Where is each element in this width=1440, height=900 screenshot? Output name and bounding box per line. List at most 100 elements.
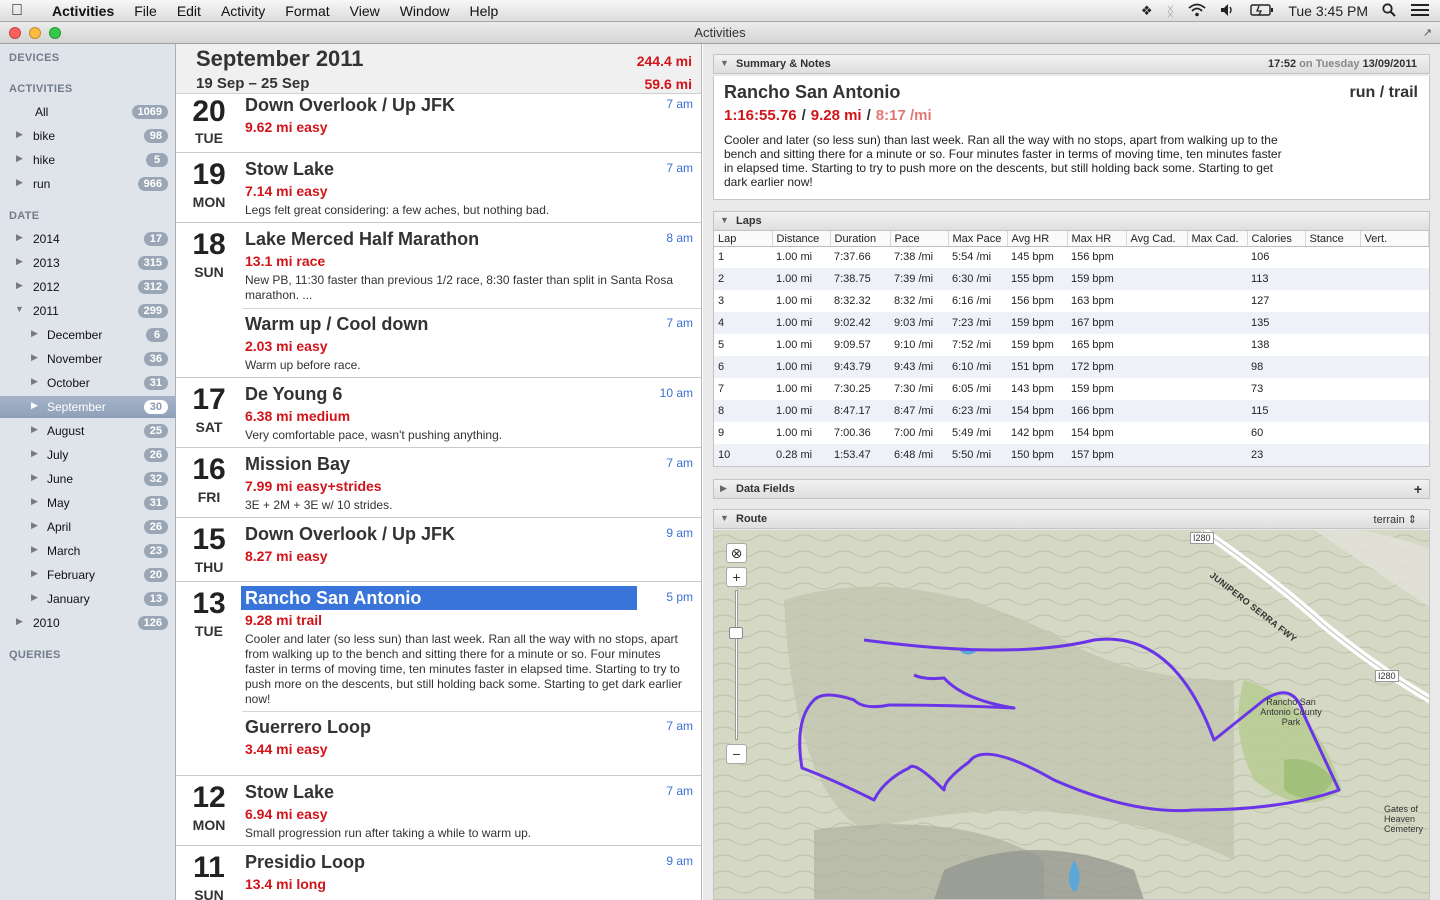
- activity-item[interactable]: Lake Merced Half Marathon 8 am 13.1 mi r…: [242, 223, 701, 308]
- activity-list[interactable]: September 2011 19 Sep – 25 Sep 244.4 mi …: [176, 44, 702, 900]
- column-header[interactable]: Lap: [714, 231, 773, 247]
- zoom-out-button[interactable]: −: [726, 744, 747, 764]
- activity-item[interactable]: Presidio Loop 9 am 13.4 mi long: [242, 846, 701, 900]
- add-data-field-button[interactable]: +: [1414, 481, 1422, 497]
- sidebar-item-august[interactable]: ▶ August 25: [0, 420, 176, 442]
- clock[interactable]: Tue 3:45 PM: [1288, 3, 1368, 19]
- disclosure-triangle-icon[interactable]: ▶: [31, 472, 38, 483]
- sidebar-item-february[interactable]: ▶ February 20: [0, 564, 176, 586]
- activity-item[interactable]: Down Overlook / Up JFK 7 am 9.62 mi easy: [242, 94, 701, 152]
- sidebar-item-july[interactable]: ▶ July 26: [0, 444, 176, 466]
- disclosure-triangle-icon[interactable]: ▶: [16, 177, 23, 188]
- lap-row[interactable]: 7 1.00 mi 7:30.25 7:30 /mi 6:05 /mi 143 bpm 15…: [714, 378, 1429, 400]
- disclosure-triangle-icon[interactable]: ▶: [31, 448, 38, 459]
- data-fields-panel-header[interactable]: ▶ Data Fields +: [713, 479, 1430, 499]
- route-map[interactable]: I280 JUNIPERO SERRA FWY I280 Rancho San …: [713, 530, 1430, 900]
- sidebar-item-march[interactable]: ▶ March 23: [0, 540, 176, 562]
- activity-item[interactable]: Stow Lake 7 am 7.14 mi easy Legs felt gr…: [242, 153, 701, 222]
- dropbox-icon[interactable]: ❖: [1141, 3, 1153, 19]
- lap-row[interactable]: 2 1.00 mi 7:38.75 7:39 /mi 6:30 /mi 155 bpm 15…: [714, 268, 1429, 290]
- disclosure-triangle-icon[interactable]: ▶: [31, 424, 38, 435]
- map-reset-icon[interactable]: ⊗: [726, 543, 747, 563]
- activities-heading[interactable]: ACTIVITIES: [9, 83, 73, 95]
- column-header[interactable]: Avg Cad.: [1126, 231, 1188, 247]
- sidebar-item-2014[interactable]: ▶ 2014 17: [0, 228, 176, 250]
- disclosure-triangle-icon[interactable]: ▶: [31, 328, 38, 339]
- column-header[interactable]: Stance: [1305, 231, 1361, 247]
- notification-center-icon[interactable]: [1410, 3, 1430, 20]
- disclosure-triangle-icon[interactable]: ▶: [16, 153, 23, 164]
- sidebar-item-october[interactable]: ▶ October 31: [0, 372, 176, 394]
- collapse-triangle-icon[interactable]: ▼: [720, 513, 729, 523]
- sidebar-item-2010[interactable]: ▶ 2010 126: [0, 612, 176, 634]
- sidebar-item-all[interactable]: All 1069: [0, 101, 176, 123]
- activity-item[interactable]: Guerrero Loop 7 am 3.44 mi easy: [242, 711, 701, 775]
- column-header[interactable]: Vert.: [1360, 231, 1429, 247]
- date-heading[interactable]: DATE: [9, 210, 39, 222]
- menu-edit[interactable]: Edit: [167, 3, 211, 19]
- activity-item[interactable]: De Young 6 10 am 6.38 mi medium Very com…: [242, 378, 701, 447]
- collapse-triangle-icon[interactable]: ▼: [720, 215, 729, 225]
- app-menu[interactable]: Activities: [34, 3, 124, 19]
- spotlight-search-icon[interactable]: [1382, 2, 1396, 20]
- zoom-slider-handle[interactable]: [729, 627, 743, 639]
- activity-item[interactable]: Warm up / Cool down 7 am 2.03 mi easy Wa…: [242, 308, 701, 377]
- disclosure-triangle-icon[interactable]: ▶: [16, 616, 23, 627]
- column-header[interactable]: Avg HR: [1007, 231, 1068, 247]
- disclosure-triangle-open-icon[interactable]: ▼: [15, 304, 24, 314]
- disclosure-triangle-icon[interactable]: ▶: [31, 400, 38, 411]
- battery-icon[interactable]: [1250, 3, 1274, 19]
- menu-format[interactable]: Format: [275, 3, 339, 19]
- map-mode-select[interactable]: terrain ⇕: [1374, 513, 1417, 526]
- activity-item-selected[interactable]: Rancho San Antonio 5 pm 9.28 mi trail Co…: [241, 582, 701, 711]
- disclosure-triangle-icon[interactable]: ▶: [31, 568, 38, 579]
- column-header[interactable]: Calories: [1247, 231, 1306, 247]
- lap-row[interactable]: 9 1.00 mi 7:00.36 7:00 /mi 5:49 /mi 142 bpm 15…: [714, 422, 1429, 444]
- column-header[interactable]: Max Pace: [948, 231, 1008, 247]
- disclosure-triangle-icon[interactable]: ▶: [16, 129, 23, 140]
- queries-heading[interactable]: QUERIES: [9, 649, 61, 661]
- lap-row[interactable]: 8 1.00 mi 8:47.17 8:47 /mi 6:23 /mi 154 bpm 16…: [714, 400, 1429, 422]
- menu-view[interactable]: View: [340, 3, 390, 19]
- sidebar-item-may[interactable]: ▶ May 31: [0, 492, 176, 514]
- sidebar-item-january[interactable]: ▶ January 13: [0, 588, 176, 610]
- column-header[interactable]: Distance: [772, 231, 831, 247]
- fullscreen-icon[interactable]: ↗: [1423, 26, 1432, 39]
- devices-heading[interactable]: DEVICES: [9, 52, 59, 64]
- collapse-triangle-icon[interactable]: ▼: [720, 58, 729, 68]
- sidebar-item-bike[interactable]: ▶ bike 98: [0, 125, 176, 147]
- disclosure-triangle-icon[interactable]: ▶: [31, 544, 38, 555]
- summary-notes[interactable]: Cooler and later (so less sun) than last…: [724, 133, 1284, 189]
- activity-item[interactable]: Stow Lake 7 am 6.94 mi easy Small progre…: [242, 776, 701, 845]
- column-header[interactable]: Duration: [830, 231, 891, 247]
- disclosure-triangle-icon[interactable]: ▶: [16, 280, 23, 291]
- sidebar-item-september[interactable]: ▶ September 30: [0, 396, 176, 418]
- activity-item[interactable]: Down Overlook / Up JFK 9 am 8.27 mi easy: [242, 518, 701, 581]
- activity-type-subtype[interactable]: run / trail: [1350, 84, 1418, 102]
- column-header[interactable]: Max HR: [1067, 231, 1127, 247]
- lap-row[interactable]: 4 1.00 mi 9:02.42 9:03 /mi 7:23 /mi 159 bpm 16…: [714, 312, 1429, 334]
- lap-row[interactable]: 3 1.00 mi 8:32.32 8:32 /mi 6:16 /mi 156 bpm 16…: [714, 290, 1429, 312]
- apple-menu-icon[interactable]: : [0, 2, 34, 20]
- activity-item[interactable]: Mission Bay 7 am 7.99 mi easy+strides 3E…: [242, 448, 701, 517]
- zoom-slider-track[interactable]: [735, 590, 738, 740]
- disclosure-triangle-icon[interactable]: ▶: [16, 232, 23, 243]
- sidebar-item-run[interactable]: ▶ run 966: [0, 173, 176, 195]
- sidebar-item-2013[interactable]: ▶ 2013 315: [0, 252, 176, 274]
- summary-panel-header[interactable]: ▼ Summary & Notes 17:52 on Tuesday 13/09…: [713, 54, 1430, 74]
- lap-row[interactable]: 5 1.00 mi 9:09.57 9:10 /mi 7:52 /mi 159 bpm 16…: [714, 334, 1429, 356]
- lap-row[interactable]: 6 1.00 mi 9:43.79 9:43 /mi 6:10 /mi 151 bpm 17…: [714, 356, 1429, 378]
- expand-triangle-icon[interactable]: ▶: [720, 483, 727, 494]
- sidebar-item-april[interactable]: ▶ April 26: [0, 516, 176, 538]
- disclosure-triangle-icon[interactable]: ▶: [16, 256, 23, 267]
- lap-row[interactable]: 1 1.00 mi 7:37.66 7:38 /mi 5:54 /mi 145 bpm 15…: [714, 246, 1429, 268]
- disclosure-triangle-icon[interactable]: ▶: [31, 376, 38, 387]
- sidebar-item-june[interactable]: ▶ June 32: [0, 468, 176, 490]
- sidebar-item-2011[interactable]: ▼ 2011 299: [0, 300, 176, 322]
- sidebar-item-2012[interactable]: ▶ 2012 312: [0, 276, 176, 298]
- route-panel-header[interactable]: ▼ Route terrain ⇕: [713, 509, 1430, 529]
- laps-table[interactable]: Lap Distance Duration Pace Max Pace Avg HR Max…: [714, 231, 1429, 466]
- bluetooth-icon[interactable]: ᛝ: [1167, 4, 1175, 19]
- wifi-icon[interactable]: [1188, 3, 1206, 20]
- disclosure-triangle-icon[interactable]: ▶: [31, 592, 38, 603]
